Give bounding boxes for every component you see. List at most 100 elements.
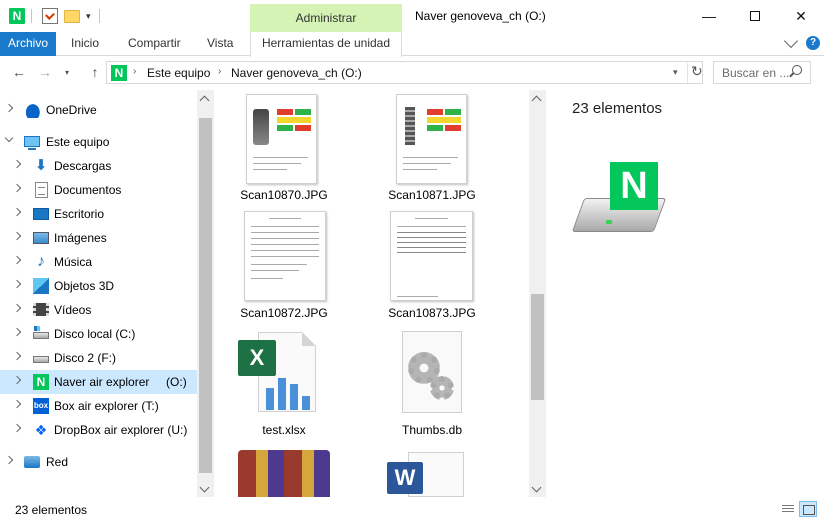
tab-herramientas-de-unidad[interactable]: Herramientas de unidad <box>250 32 402 57</box>
chevron-right-icon[interactable] <box>12 279 22 289</box>
chevron-right-icon[interactable] <box>12 159 22 169</box>
image-thumbnail <box>246 94 317 184</box>
naver-drive-icon: N <box>111 65 127 81</box>
scroll-up-arrow-icon[interactable] <box>199 95 210 106</box>
breadcrumb-current-drive[interactable]: Naver genoveva_ch (O:) <box>231 66 362 80</box>
excel-chart-bar <box>278 378 286 410</box>
xray-figure <box>405 107 415 145</box>
chevron-right-icon[interactable] <box>12 423 22 433</box>
sidebar-item-disco-local-c[interactable]: Disco local (C:) <box>0 322 197 346</box>
chevron-right-icon[interactable] <box>12 255 22 265</box>
maximize-button[interactable] <box>732 0 778 32</box>
sidebar-item-label: Este equipo <box>46 135 110 149</box>
breadcrumb-separator[interactable]: › <box>133 66 136 77</box>
chevron-down-icon[interactable] <box>4 133 14 143</box>
recent-locations-dropdown[interactable]: ▾ <box>58 68 76 77</box>
breadcrumb-separator[interactable]: › <box>218 66 221 77</box>
sidebar-item-musica[interactable]: ♪ Música <box>0 250 197 274</box>
drive-led-icon <box>606 220 612 224</box>
result-green-box <box>277 125 293 131</box>
sidebar-item-label: Documentos <box>54 183 122 197</box>
dropbox-icon: ❖ <box>34 422 48 438</box>
text-line <box>402 163 451 164</box>
address-bar[interactable]: N › Este equipo › Naver genoveva_ch (O:)… <box>106 61 703 84</box>
help-icon[interactable]: ? <box>806 36 820 50</box>
sidebar-item-objetos-3d[interactable]: Objetos 3D <box>0 274 197 298</box>
scrollbar-thumb[interactable] <box>199 118 212 473</box>
close-button[interactable]: ✕ <box>778 0 824 32</box>
tab-inicio[interactable]: Inicio <box>71 32 99 56</box>
customize-quick-access-dropdown-icon[interactable]: ▾ <box>86 11 91 22</box>
sidebar-item-box-air-explorer[interactable]: box Box air explorer (T:) <box>0 394 197 418</box>
status-item-count: 23 elementos <box>15 503 88 517</box>
archive-file-icon[interactable] <box>238 450 330 497</box>
forward-button[interactable]: → <box>36 64 54 80</box>
sidebar-item-label: Música <box>54 255 93 269</box>
chevron-right-icon[interactable] <box>12 327 22 337</box>
sidebar-item-descargas[interactable]: ⬇ Descargas <box>0 154 197 178</box>
scrollbar-thumb[interactable] <box>531 294 544 400</box>
result-green-box <box>445 109 461 115</box>
details-view-button[interactable] <box>778 501 796 517</box>
properties-icon[interactable] <box>42 8 58 24</box>
search-icon <box>792 65 802 75</box>
text-line <box>251 244 319 245</box>
sidebar-item-imagenes[interactable]: Imágenes <box>0 226 197 250</box>
address-dropdown-icon[interactable]: ▾ <box>673 67 678 78</box>
sidebar-item-videos[interactable]: Vídeos <box>0 298 197 322</box>
expand-ribbon-chevron-icon[interactable] <box>783 33 799 49</box>
box-icon: box <box>33 398 49 414</box>
computer-icon <box>24 136 40 150</box>
sidebar-item-label: Naver air explorer (O:) <box>54 375 187 389</box>
search-box[interactable]: Buscar en ... <box>713 61 811 84</box>
sidebar-item-escritorio[interactable]: Escritorio <box>0 202 197 226</box>
quick-access-separator <box>99 9 100 23</box>
large-icons-view-button[interactable] <box>799 501 817 517</box>
sidebar-item-este-equipo[interactable]: Este equipo <box>0 130 197 154</box>
sidebar-item-onedrive[interactable]: OneDrive <box>0 98 197 122</box>
text-line <box>251 226 319 227</box>
sidebar-item-documentos[interactable]: Documentos <box>0 178 197 202</box>
new-folder-icon[interactable] <box>64 10 80 23</box>
drive-icon <box>33 326 49 339</box>
file-item-scan10871[interactable]: Scan10871.JPG <box>363 94 501 210</box>
search-placeholder: Buscar en ... <box>722 66 790 80</box>
file-item-scan10873[interactable]: Scan10873.JPG <box>363 211 501 327</box>
breadcrumb-este-equipo[interactable]: Este equipo <box>147 66 210 80</box>
chevron-right-icon[interactable] <box>12 351 22 361</box>
sidebar-item-disco-2-f[interactable]: Disco 2 (F:) <box>0 346 197 370</box>
back-button[interactable]: ← <box>10 64 28 80</box>
chevron-right-icon[interactable] <box>12 375 22 385</box>
sidebar-item-dropbox-air-explorer[interactable]: ❖ DropBox air explorer (U:) <box>0 418 197 442</box>
sidebar-item-red[interactable]: Red <box>0 450 197 474</box>
text-line <box>251 278 284 279</box>
naver-app-icon[interactable]: N <box>9 8 25 24</box>
tab-compartir[interactable]: Compartir <box>128 32 181 56</box>
chevron-right-icon[interactable] <box>12 399 22 409</box>
file-list-scrollbar[interactable] <box>529 90 546 497</box>
text-line <box>269 218 301 219</box>
scroll-down-arrow-icon[interactable] <box>531 482 542 493</box>
navigation-pane-scrollbar[interactable] <box>197 90 214 497</box>
chevron-right-icon[interactable] <box>12 183 22 193</box>
sidebar-item-naver-air-explorer[interactable]: N Naver air explorer (O:) <box>0 370 197 394</box>
music-icon: ♪ <box>37 253 45 270</box>
refresh-button[interactable]: ↻ <box>687 63 703 83</box>
chevron-right-icon[interactable] <box>12 303 22 313</box>
sidebar-item-label: Disco local (C:) <box>54 327 136 341</box>
chevron-right-icon[interactable] <box>12 207 22 217</box>
scroll-down-arrow-icon[interactable] <box>199 482 210 493</box>
minimize-button[interactable]: — <box>686 0 732 32</box>
file-item-scan10872[interactable]: Scan10872.JPG <box>215 211 353 327</box>
chevron-right-icon[interactable] <box>12 231 22 241</box>
up-button[interactable]: ↑ <box>86 64 104 80</box>
tab-vista[interactable]: Vista <box>207 32 233 56</box>
text-line <box>397 252 466 253</box>
scroll-up-arrow-icon[interactable] <box>531 95 542 106</box>
tab-archivo[interactable]: Archivo <box>0 32 56 56</box>
file-item-scan10870[interactable]: Scan10870.JPG <box>215 94 353 210</box>
chevron-right-icon[interactable] <box>4 103 14 113</box>
chevron-right-icon[interactable] <box>4 455 14 465</box>
file-name: Scan10872.JPG <box>240 306 328 320</box>
context-tab-header-administrar[interactable]: Administrar <box>250 4 402 32</box>
